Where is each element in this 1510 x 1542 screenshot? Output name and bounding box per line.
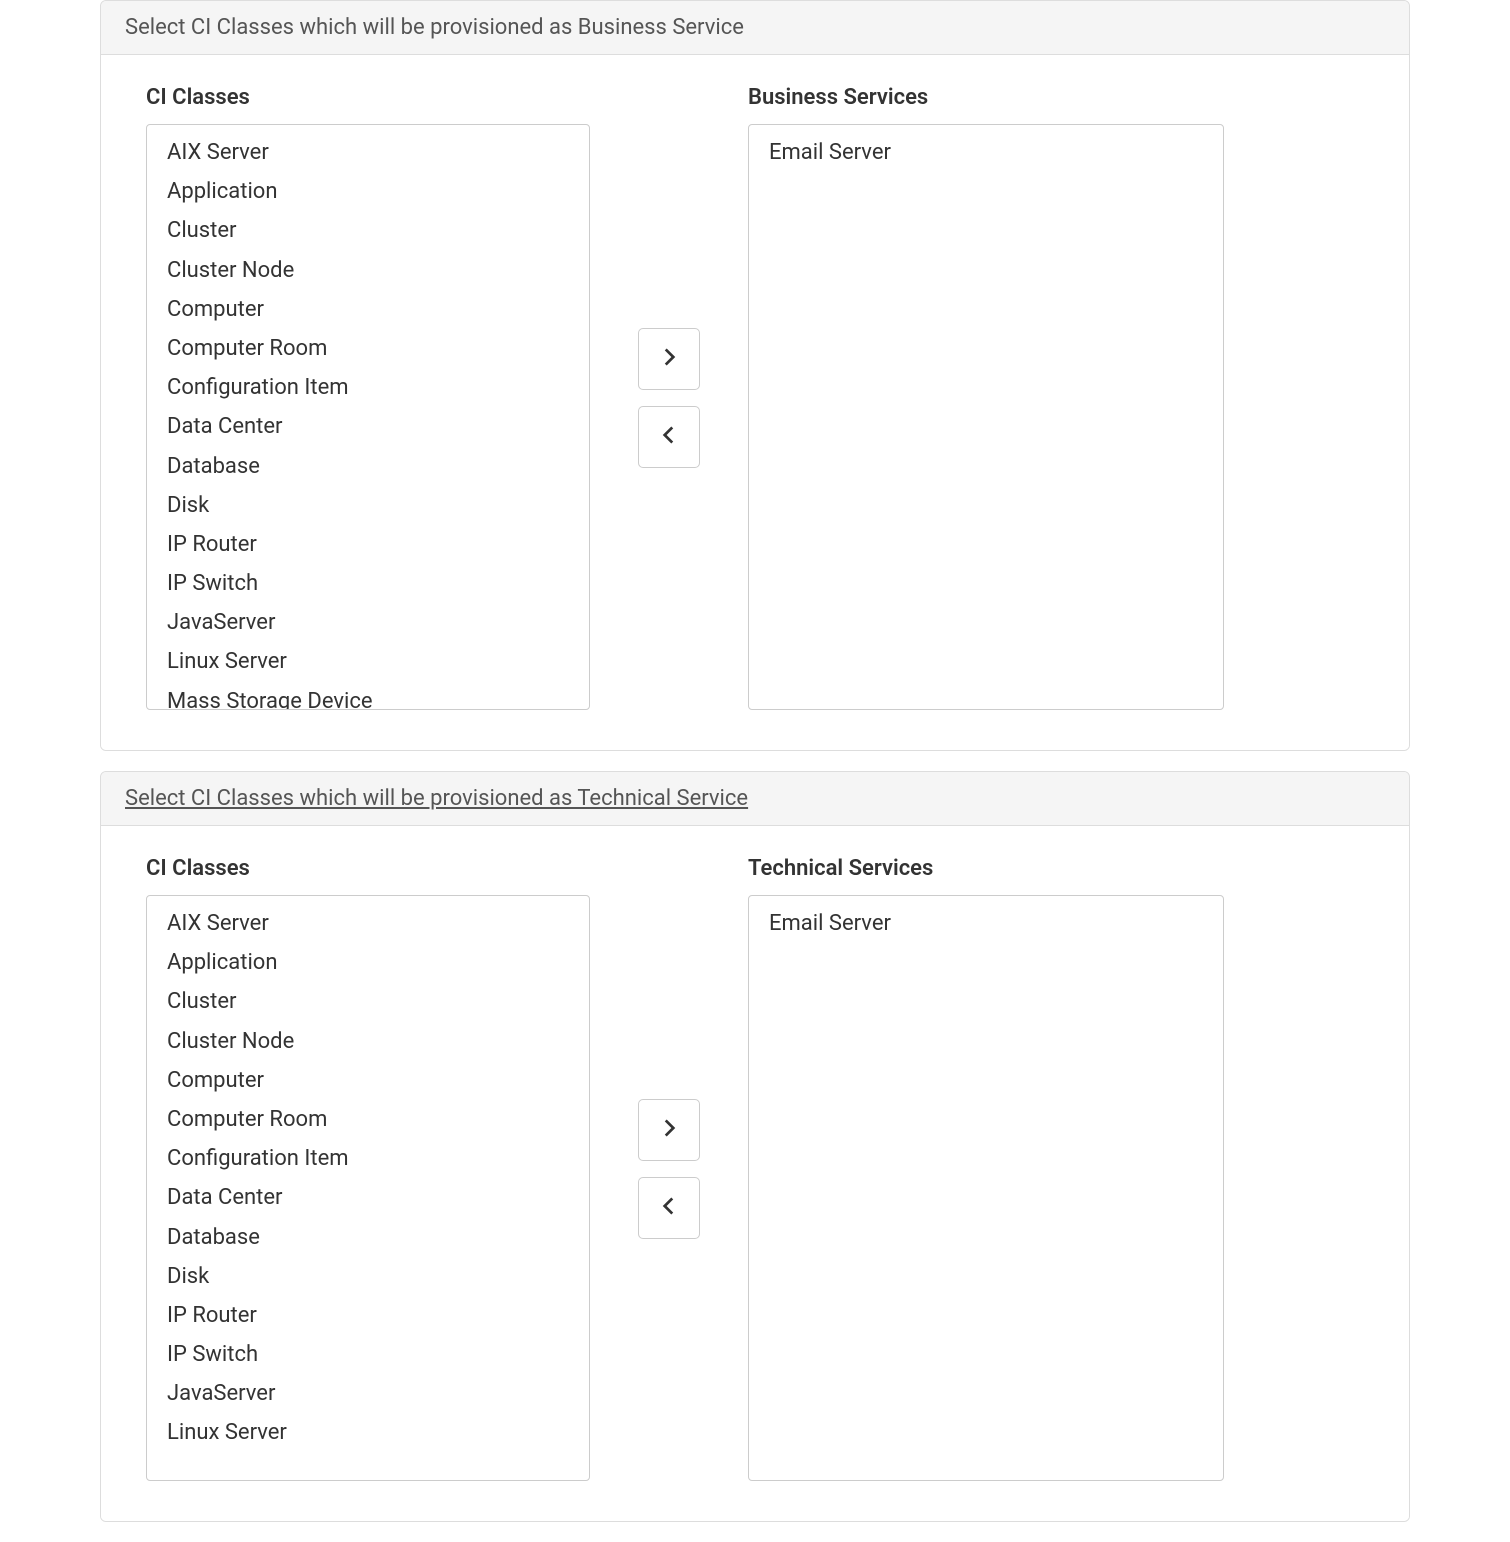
technical-service-panel-header[interactable]: Select CI Classes which will be provisio… bbox=[101, 772, 1409, 826]
list-item[interactable]: IP Router bbox=[147, 525, 589, 564]
business-services-label: Business Services bbox=[748, 85, 1224, 110]
ci-classes-listbox-business[interactable]: AIX Server Application Cluster Cluster N… bbox=[146, 124, 590, 710]
business-service-panel-header[interactable]: Select CI Classes which will be provisio… bbox=[101, 1, 1409, 55]
list-item[interactable]: Computer bbox=[147, 290, 589, 329]
list-item[interactable]: AIX Server bbox=[147, 133, 589, 172]
list-item[interactable]: AIX Server bbox=[147, 904, 589, 943]
chevron-right-icon bbox=[656, 1115, 682, 1144]
list-item[interactable]: Linux Server bbox=[147, 642, 589, 681]
list-item[interactable]: Data Center bbox=[147, 1178, 589, 1217]
list-item[interactable]: IP Switch bbox=[147, 1335, 589, 1374]
business-service-panel: Select CI Classes which will be provisio… bbox=[100, 0, 1410, 751]
list-item[interactable]: Mass Storage Device bbox=[147, 682, 589, 710]
ci-classes-label: CI Classes bbox=[146, 856, 590, 881]
list-item[interactable]: Linux Server bbox=[147, 1413, 589, 1452]
list-item[interactable]: Computer Room bbox=[147, 329, 589, 368]
list-item[interactable]: IP Router bbox=[147, 1296, 589, 1335]
chevron-right-icon bbox=[656, 344, 682, 373]
list-item[interactable]: Database bbox=[147, 1218, 589, 1257]
technical-services-label: Technical Services bbox=[748, 856, 1224, 881]
list-item[interactable]: Cluster bbox=[147, 982, 589, 1021]
list-item[interactable]: Cluster Node bbox=[147, 1022, 589, 1061]
list-item[interactable]: Configuration Item bbox=[147, 1139, 589, 1178]
ci-classes-listbox-technical[interactable]: AIX Server Application Cluster Cluster N… bbox=[146, 895, 590, 1481]
move-left-button[interactable] bbox=[638, 1177, 700, 1239]
list-item[interactable]: JavaServer bbox=[147, 603, 589, 642]
chevron-left-icon bbox=[656, 422, 682, 451]
list-item[interactable]: Disk bbox=[147, 486, 589, 525]
ci-classes-label: CI Classes bbox=[146, 85, 590, 110]
list-item[interactable]: Email Server bbox=[749, 904, 1223, 943]
list-item[interactable]: Computer Room bbox=[147, 1100, 589, 1139]
move-right-button[interactable] bbox=[638, 328, 700, 390]
move-left-button[interactable] bbox=[638, 406, 700, 468]
list-item[interactable]: Computer bbox=[147, 1061, 589, 1100]
list-item[interactable]: Disk bbox=[147, 1257, 589, 1296]
technical-service-panel: Select CI Classes which will be provisio… bbox=[100, 771, 1410, 1522]
list-item[interactable]: JavaServer bbox=[147, 1374, 589, 1413]
chevron-left-icon bbox=[656, 1193, 682, 1222]
list-item[interactable]: Application bbox=[147, 943, 589, 982]
technical-service-panel-body: CI Classes AIX Server Application Cluste… bbox=[101, 826, 1409, 1521]
list-item[interactable]: Application bbox=[147, 172, 589, 211]
main-content: Select CI Classes which will be provisio… bbox=[40, 0, 1470, 1522]
list-item[interactable]: Cluster bbox=[147, 211, 589, 250]
list-item[interactable]: Email Server bbox=[749, 133, 1223, 172]
technical-services-listbox[interactable]: Email Server bbox=[748, 895, 1224, 1481]
list-item[interactable]: Configuration Item bbox=[147, 368, 589, 407]
business-service-panel-body: CI Classes AIX Server Application Cluste… bbox=[101, 55, 1409, 750]
list-item[interactable]: Data Center bbox=[147, 407, 589, 446]
move-right-button[interactable] bbox=[638, 1099, 700, 1161]
list-item[interactable]: Cluster Node bbox=[147, 251, 589, 290]
list-item[interactable]: Database bbox=[147, 447, 589, 486]
list-item[interactable]: IP Switch bbox=[147, 564, 589, 603]
business-services-listbox[interactable]: Email Server bbox=[748, 124, 1224, 710]
